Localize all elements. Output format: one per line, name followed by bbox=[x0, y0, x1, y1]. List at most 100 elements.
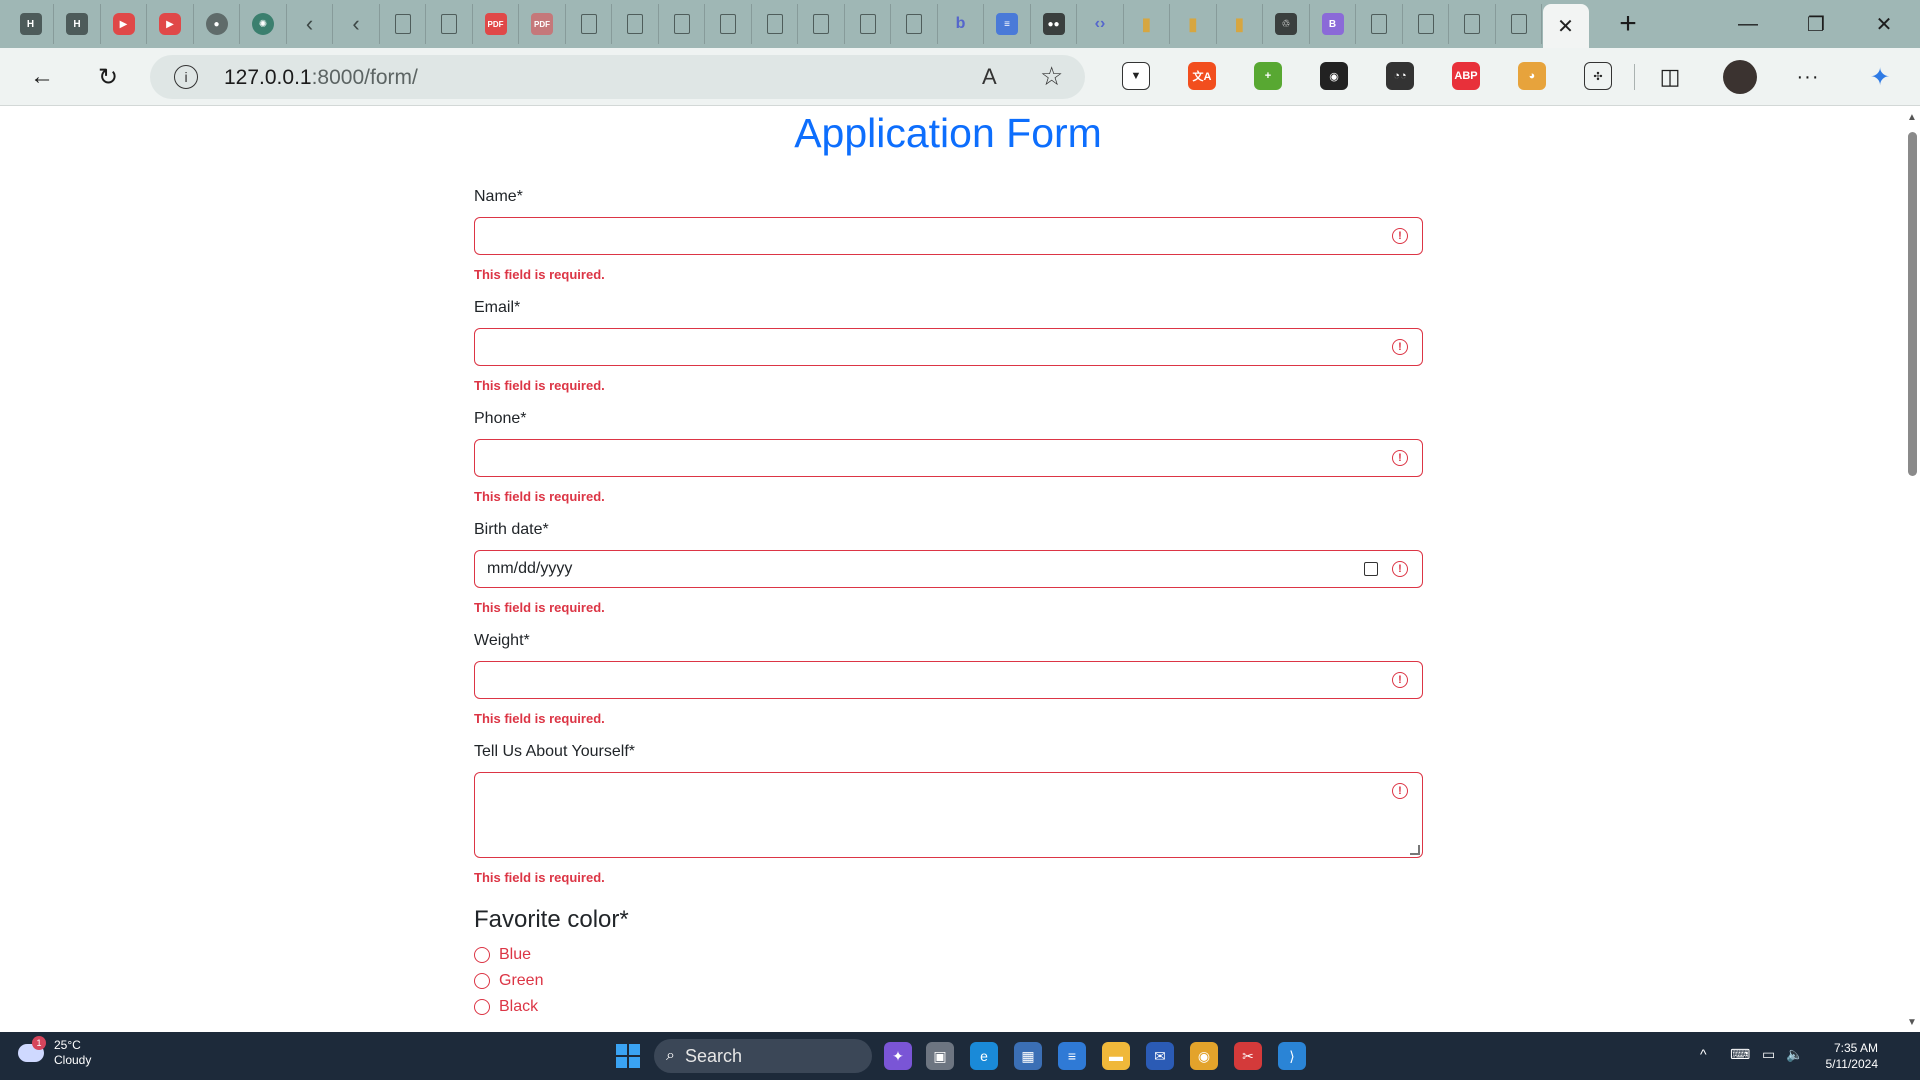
browser-tab[interactable] bbox=[1403, 4, 1449, 44]
browser-tab[interactable] bbox=[752, 4, 798, 44]
url-path: :8000/form/ bbox=[311, 66, 418, 89]
copilot-app-icon[interactable]: ✦ bbox=[884, 1042, 912, 1070]
browser-tab[interactable] bbox=[706, 4, 752, 44]
multi-color-extension-icon[interactable]: ◕ bbox=[1518, 62, 1546, 90]
scroll-thumb[interactable] bbox=[1908, 132, 1917, 476]
favorite-star-icon[interactable]: ☆ bbox=[1040, 61, 1063, 92]
text-input[interactable]: ! bbox=[474, 217, 1423, 255]
browser-tab[interactable] bbox=[659, 4, 705, 44]
error-icon: ! bbox=[1392, 783, 1408, 799]
text-input[interactable]: ! bbox=[474, 661, 1423, 699]
scroll-up-arrow-icon[interactable]: ▲ bbox=[1907, 112, 1917, 123]
address-bar[interactable]: i 127.0.0.1:8000/form/ A ☆ bbox=[150, 55, 1085, 99]
browser-tab[interactable]: ≡ bbox=[985, 4, 1031, 44]
browser-tab[interactable]: b bbox=[938, 4, 984, 44]
radio-green[interactable]: Green bbox=[474, 972, 543, 990]
browser-tab[interactable]: B bbox=[1310, 4, 1356, 44]
resize-grip-icon[interactable] bbox=[1410, 845, 1420, 855]
form-field: Tell Us About Yourself*! This field is re… bbox=[474, 743, 1423, 885]
browser-tab-active[interactable]: ✕ bbox=[1542, 4, 1589, 48]
minimize-button[interactable]: — bbox=[1714, 0, 1782, 48]
chrome-app-icon[interactable]: ◉ bbox=[1190, 1042, 1218, 1070]
taskbar-search[interactable]: ⌕ Search bbox=[654, 1039, 872, 1073]
close-tab-icon[interactable]: ✕ bbox=[1557, 14, 1574, 39]
browser-tab[interactable] bbox=[1496, 4, 1542, 44]
more-menu-button[interactable]: ··· bbox=[1788, 57, 1828, 97]
notepad-app-icon[interactable]: ≡ bbox=[1058, 1042, 1086, 1070]
new-tab-button[interactable]: + bbox=[1608, 4, 1648, 44]
browser-tab[interactable]: ▶ bbox=[101, 4, 147, 44]
about-textarea[interactable]: ! bbox=[474, 772, 1423, 858]
browser-tab[interactable] bbox=[845, 4, 891, 44]
scroll-down-arrow-icon[interactable]: ▼ bbox=[1907, 1017, 1917, 1028]
browser-tab[interactable] bbox=[427, 4, 473, 44]
refresh-button[interactable]: ↻ bbox=[88, 57, 128, 97]
spy-extension-icon[interactable]: ◔◔ bbox=[1386, 62, 1414, 90]
calendar-icon[interactable] bbox=[1364, 562, 1378, 576]
copilot-icon[interactable]: ✦ bbox=[1860, 57, 1900, 97]
adblock-plus-icon[interactable]: ABP bbox=[1452, 62, 1480, 90]
restore-button[interactable]: ❐ bbox=[1782, 0, 1850, 48]
radio-circle[interactable] bbox=[474, 947, 490, 963]
radio-circle[interactable] bbox=[474, 999, 490, 1015]
browser-tab[interactable]: PDF bbox=[520, 4, 566, 44]
vscode-app-icon[interactable]: ⟩ bbox=[1278, 1042, 1306, 1070]
translate-extension-icon[interactable]: 文A bbox=[1188, 62, 1216, 90]
browser-tab[interactable]: H bbox=[55, 4, 101, 44]
edge-app-icon[interactable]: e bbox=[970, 1042, 998, 1070]
browser-tab[interactable] bbox=[1357, 4, 1403, 44]
browser-tab[interactable]: ▮ bbox=[1171, 4, 1217, 44]
volume-icon[interactable]: 🔈 bbox=[1786, 1046, 1803, 1063]
birth-date-input[interactable]: mm/dd/yyyy! bbox=[474, 550, 1423, 588]
browser-tab[interactable]: ● bbox=[194, 4, 240, 44]
plus-extension-icon[interactable]: + bbox=[1254, 62, 1282, 90]
color-picker-extension-icon[interactable]: ◉ bbox=[1320, 62, 1348, 90]
browser-tab[interactable] bbox=[1450, 4, 1496, 44]
browser-tab[interactable] bbox=[613, 4, 659, 44]
radio-blue[interactable]: Blue bbox=[474, 946, 531, 964]
browser-tab[interactable] bbox=[566, 4, 612, 44]
extensions-puzzle-icon[interactable]: ✣ bbox=[1584, 62, 1612, 90]
browser-tab[interactable]: ‹ bbox=[287, 4, 333, 44]
radio-black[interactable]: Black bbox=[474, 998, 538, 1016]
calculator-app-icon[interactable]: ▦ bbox=[1014, 1042, 1042, 1070]
field-error-message: This field is required. bbox=[474, 600, 605, 615]
start-button[interactable] bbox=[616, 1044, 640, 1068]
read-aloud-icon[interactable]: A bbox=[982, 64, 997, 90]
page-scrollbar[interactable]: ▲ ▼ bbox=[1904, 106, 1920, 1032]
profile-avatar[interactable] bbox=[1720, 57, 1760, 97]
browser-tab[interactable]: PDF bbox=[473, 4, 519, 44]
mail-app-icon[interactable]: ✉ bbox=[1146, 1042, 1174, 1070]
network-icon[interactable]: ▭ bbox=[1762, 1046, 1775, 1063]
browser-tab[interactable] bbox=[380, 4, 426, 44]
url-text[interactable]: 127.0.0.1:8000/form/ bbox=[224, 66, 418, 90]
browser-tab[interactable]: ♲ bbox=[1264, 4, 1310, 44]
weather-widget[interactable]: 1 25°C Cloudy bbox=[18, 1036, 91, 1068]
site-info-icon[interactable]: i bbox=[174, 65, 198, 89]
browser-tab[interactable]: ‹ bbox=[334, 4, 380, 44]
snipping-tool-icon[interactable]: ✂ bbox=[1234, 1042, 1262, 1070]
task-view-icon[interactable]: ▣ bbox=[926, 1042, 954, 1070]
tray-chevron-icon[interactable]: ^ bbox=[1700, 1046, 1707, 1062]
browser-tab[interactable]: ✺ bbox=[241, 4, 287, 44]
browser-tab[interactable]: ●● bbox=[1031, 4, 1077, 44]
browser-tab[interactable] bbox=[799, 4, 845, 44]
split-screen-icon[interactable]: ◫ bbox=[1650, 57, 1690, 97]
keyboard-icon[interactable]: ⌨ bbox=[1730, 1046, 1750, 1063]
back-button[interactable]: ← bbox=[22, 57, 62, 97]
browser-tab[interactable] bbox=[892, 4, 938, 44]
field-error-message: This field is required. bbox=[474, 870, 605, 885]
shield-extension-icon[interactable]: ▼ bbox=[1122, 62, 1150, 90]
browser-tab[interactable]: ▶ bbox=[148, 4, 194, 44]
file-explorer-icon[interactable]: ▬ bbox=[1102, 1042, 1130, 1070]
search-icon: ⌕ bbox=[666, 1047, 675, 1064]
browser-tab[interactable]: H bbox=[8, 4, 54, 44]
clock[interactable]: 7:35 AM 5/11/2024 bbox=[1816, 1040, 1879, 1072]
browser-tab[interactable]: ▮ bbox=[1217, 4, 1263, 44]
text-input[interactable]: ! bbox=[474, 439, 1423, 477]
close-window-button[interactable]: ✕ bbox=[1850, 0, 1918, 48]
text-input[interactable]: ! bbox=[474, 328, 1423, 366]
browser-tab[interactable]: ‹› bbox=[1078, 4, 1124, 44]
radio-circle[interactable] bbox=[474, 973, 490, 989]
browser-tab[interactable]: ▮ bbox=[1124, 4, 1170, 44]
